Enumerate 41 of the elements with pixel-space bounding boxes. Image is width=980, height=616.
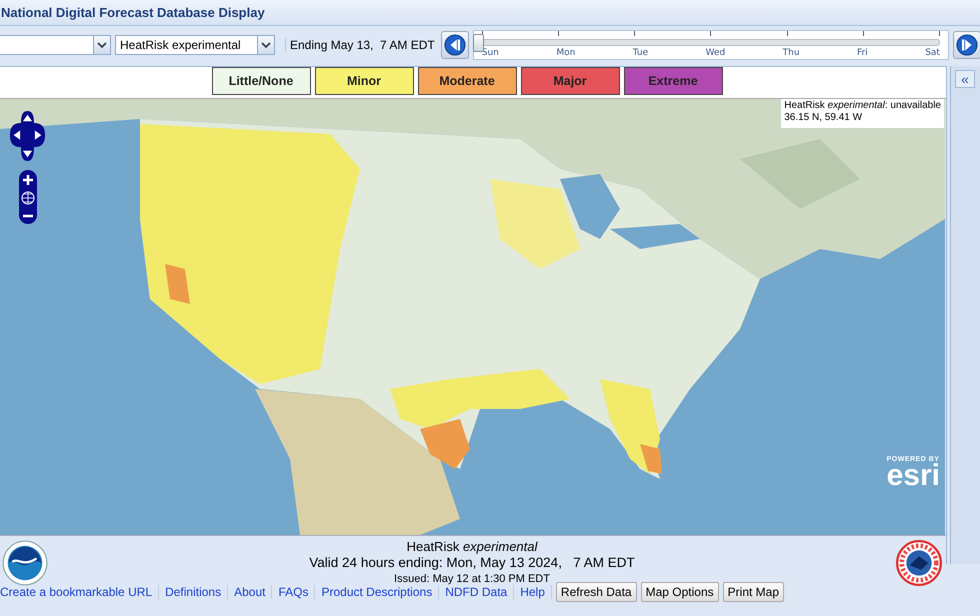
nav-link[interactable]: FAQs — [272, 585, 316, 599]
legend-item: Moderate — [418, 67, 516, 95]
caret-icon — [261, 40, 271, 50]
storm-logo-icon — [896, 540, 942, 586]
attribution-logo: esri — [886, 463, 940, 489]
step-forward-button[interactable] — [953, 31, 980, 59]
nav-link[interactable]: Definitions — [159, 585, 228, 599]
day-label: Fri — [857, 48, 868, 58]
slider-thumb[interactable] — [472, 34, 484, 52]
day-label: Tue — [632, 48, 648, 58]
step-forward-icon — [956, 34, 978, 56]
step-back-icon — [444, 34, 466, 56]
toolbar-button[interactable]: Map Options — [640, 582, 719, 602]
nav-link[interactable]: NDFD Data — [439, 585, 514, 599]
bird-logo-icon — [2, 540, 48, 586]
step-back-button[interactable] — [440, 31, 469, 59]
toolbar-button[interactable]: Refresh Data — [556, 582, 637, 602]
day-label: Wed — [706, 48, 726, 58]
legend-item: Extreme — [624, 67, 722, 95]
info-text: HeatRisk experimental: unavailable — [784, 100, 941, 112]
product-title: HeatRisk experimental — [406, 538, 538, 554]
day-label: Sat — [925, 48, 940, 58]
legend-item: Major — [520, 67, 620, 95]
toolbar-button[interactable]: Print Map — [722, 582, 784, 602]
day-label: Mon — [556, 48, 576, 58]
collapse-button[interactable]: « — [955, 70, 975, 88]
coordinates-text: 36.15 N, 59.41 W — [784, 112, 862, 124]
nav-link[interactable]: Product Descriptions — [315, 585, 440, 599]
ending-time: Ending May 13, 7 AM EDT — [285, 38, 435, 52]
legend-item: Little/None — [212, 67, 310, 95]
nav-link[interactable]: Help — [514, 585, 552, 599]
pan-control-icon[interactable] — [9, 109, 46, 163]
element-select[interactable]: HeatRisk experimental — [115, 35, 275, 55]
nav-link[interactable]: Create a bookmarkable URL — [0, 585, 160, 599]
valid-time: Valid 24 hours ending: Mon, May 13 2024, 7 AM EDT — [309, 554, 635, 570]
caret-icon — [97, 40, 107, 50]
legend-item: Minor — [314, 67, 414, 95]
window-title: National Digital Forecast Database Display — [1, 5, 265, 20]
issued-time: Issued: May 12 at 1:30 PM EDT — [394, 572, 550, 586]
day-label: Thu — [782, 48, 800, 58]
nav-link[interactable]: About — [228, 585, 272, 599]
